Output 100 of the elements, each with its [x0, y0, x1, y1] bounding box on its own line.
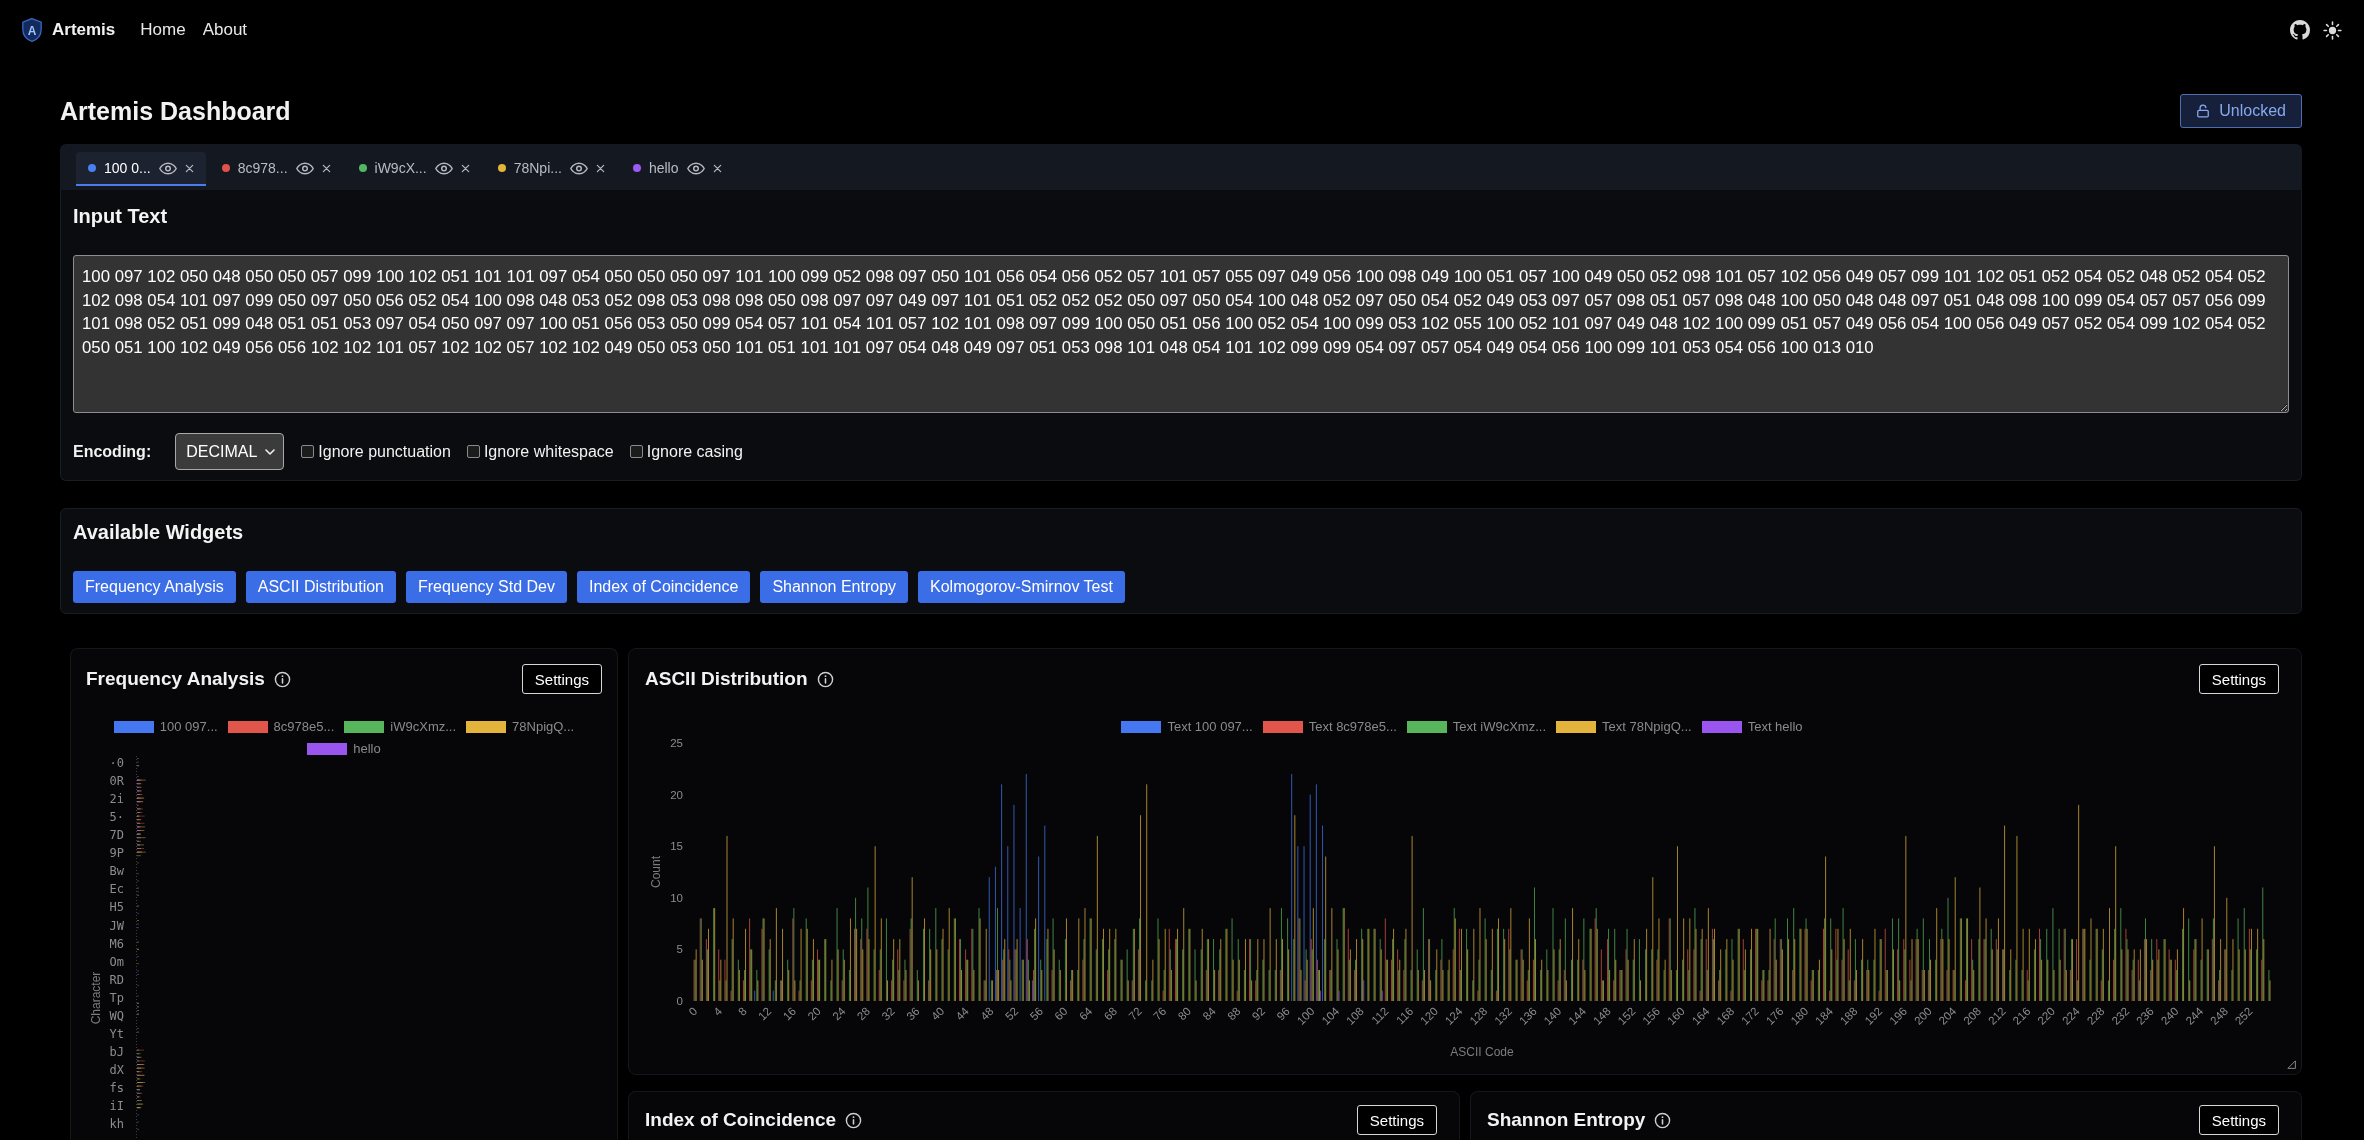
axis-tick-label: iI [109, 1098, 124, 1113]
info-icon[interactable] [1654, 1111, 1672, 1129]
legend-label: iW9cXmz... [390, 720, 457, 734]
widget-title: Frequency Analysis [86, 668, 265, 690]
add-widget-button[interactable]: Index of Coincidence [576, 571, 751, 603]
legend-label: Text 78NpigQ... [1602, 720, 1692, 734]
text-input-area[interactable]: 100 097 102 050 048 050 050 057 099 100 102 051 101 101 097 054 050 050 050 097 101 100 099 052 098 097 050 101 056 054 056 052 057 101 057 055 097 049 056 100 098 049 100 051 057 100 049 050 052 098 101 057 102 056 049 057 099 101 102 051 052 054 052 048 052 054 052 102 098 054 101 097 099 050 097 050 056 052 054 100 098 048 053 052 098 053 098 098 050 098 097 097 049 097 101 051 052 052 052 050 097 050 054 100 048 052 097 050 054 052 049 053 097 057 098 051 057 098 048 100 050 048 048 097 051 048 098 100 099 054 057 057 056 099 101 098 052 051 099 048 051 051 053 097 054 050 097 097 100 051 056 053 050 099 054 057 101 054 101 057 102 101 098 097 099 100 050 051 056 100 052 054 100 099 053 102 055 100 052 101 097 049 048 102 100 099 051 057 049 056 054 100 056 049 057 052 054 099 102 054 052 050 051 100 102 049 056 056 102 102 101 057 102 102 057 102 102 049 050 053 050 101 051 101 101 097 054 048 049 097 051 053 098 101 048 054 101 102 099 099 054 097 057 054 049 054 056 100 099 101 053 054 056 100 013 010 [73, 255, 2289, 413]
axis-tick-label: 116 [1393, 1004, 1416, 1027]
settings-button[interactable]: Settings [1356, 1105, 1437, 1135]
axis-tick-label: 176 [1763, 1004, 1786, 1027]
close-icon[interactable] [460, 163, 470, 173]
axis-tick-label: 28 [854, 1004, 873, 1023]
axis-tick-label: 72 [1126, 1004, 1144, 1023]
add-widget-button[interactable]: Kolmogorov-Smirnov Test [918, 571, 1125, 603]
tab[interactable]: 100 0... [76, 152, 206, 186]
legend-label: 8c978e5... [273, 720, 335, 734]
close-icon[interactable] [712, 163, 722, 173]
axis-tick-label: 7D [109, 828, 124, 843]
axis-tick-label: 220 [2035, 1004, 2058, 1027]
axis-tick-label: 196 [1887, 1004, 1910, 1027]
encoding-select[interactable]: DECIMAL [175, 433, 285, 470]
add-widget-button[interactable]: Frequency Std Dev [406, 571, 567, 603]
checkbox-label[interactable]: Ignore punctuation [318, 442, 451, 461]
axis-tick-label: kh [109, 1117, 124, 1131]
page-title: Artemis Dashboard [60, 96, 291, 126]
axis-tick-label: 144 [1566, 1004, 1589, 1027]
axis-tick-label: 12 [756, 1004, 774, 1023]
settings-button[interactable]: Settings [521, 664, 602, 694]
axis-title: Character [89, 971, 103, 1025]
info-icon[interactable] [845, 1111, 863, 1129]
widget-title: Shannon Entropy [1487, 1109, 1646, 1131]
axis-tick-label: 236 [2133, 1004, 2156, 1027]
axis-tick-label: 148 [1590, 1004, 1613, 1027]
resize-handle-icon[interactable] [2287, 1060, 2296, 1069]
add-widget-button[interactable]: Shannon Entropy [760, 571, 909, 603]
axis-tick-label: 20 [670, 788, 683, 801]
close-icon[interactable] [184, 163, 194, 173]
checkbox[interactable] [466, 445, 480, 458]
axis-tick-label: 164 [1689, 1004, 1712, 1027]
axis-tick-label: 184 [1813, 1004, 1836, 1027]
shield-logo-icon[interactable]: A [21, 17, 43, 43]
eye-icon[interactable] [686, 161, 705, 175]
eye-icon[interactable] [295, 161, 314, 175]
info-icon[interactable] [273, 670, 291, 688]
axis-tick-label: 200 [1911, 1004, 1934, 1027]
axis-tick-label: 168 [1714, 1004, 1737, 1027]
axis-tick-label: 20 [805, 1004, 823, 1023]
github-icon[interactable] [2290, 20, 2310, 40]
legend-label: 100 097... [159, 720, 218, 734]
axis-tick-label: 232 [2109, 1004, 2132, 1027]
axis-tick-label: 124 [1442, 1004, 1465, 1027]
axis-tick-label: bJ [109, 1044, 124, 1059]
axis-tick-label: 2i [109, 792, 124, 807]
brand-name[interactable]: Artemis [52, 20, 116, 40]
axis-tick-label: 32 [879, 1004, 897, 1023]
eye-icon[interactable] [434, 161, 453, 175]
axis-tick-label: Om [109, 954, 124, 969]
close-icon[interactable] [321, 163, 331, 173]
axis-tick-label: ·0 [109, 756, 124, 770]
checkbox[interactable] [629, 445, 643, 458]
axis-tick-label: 128 [1467, 1004, 1490, 1027]
tab[interactable]: hello [620, 152, 734, 186]
add-widget-button[interactable]: Frequency Analysis [73, 571, 236, 603]
axis-tick-label: 120 [1418, 1004, 1441, 1027]
axis-tick-label: 36 [904, 1004, 922, 1023]
axis-tick-label: 52 [1002, 1004, 1021, 1023]
nav-link[interactable]: About [202, 20, 248, 40]
settings-button[interactable]: Settings [2198, 1105, 2279, 1135]
axis-tick-label: 40 [928, 1004, 947, 1023]
unlock-button[interactable]: Unlocked [2180, 94, 2302, 128]
checkbox-label[interactable]: Ignore casing [646, 442, 743, 461]
tab[interactable]: iW9cX... [346, 152, 482, 186]
axis-tick-label: 252 [2232, 1004, 2255, 1027]
info-icon[interactable] [816, 670, 834, 688]
axis-tick-label: 0R [109, 774, 124, 789]
axis-tick-label: 84 [1200, 1004, 1218, 1023]
checkbox[interactable] [301, 445, 315, 458]
eye-icon[interactable] [569, 161, 588, 175]
legend-label: 78NpigQ... [512, 720, 575, 734]
tab[interactable]: 8c978... [209, 152, 343, 186]
axis-tick-label: 44 [953, 1004, 971, 1023]
legend-label: Text 100 097... [1167, 720, 1253, 734]
settings-button[interactable]: Settings [2198, 664, 2279, 694]
axis-tick-label: 212 [1985, 1004, 2008, 1027]
axis-tick-label: M6 [109, 936, 124, 951]
axis-tick-label: 8 [735, 1004, 749, 1018]
axis-tick-label: 56 [1027, 1004, 1046, 1023]
section-heading: Available Widgets [73, 520, 245, 544]
sun-icon[interactable] [2323, 20, 2342, 40]
axis-tick-label: 112 [1369, 1004, 1391, 1027]
close-icon[interactable] [595, 163, 605, 173]
axis-tick-label: 244 [2183, 1004, 2206, 1027]
nav-link[interactable]: Home [140, 20, 186, 40]
axis-tick-label: 192 [1862, 1004, 1885, 1027]
axis-tick-label: 108 [1343, 1004, 1366, 1027]
checkbox-label[interactable]: Ignore whitespace [483, 442, 614, 461]
eye-icon[interactable] [158, 161, 177, 175]
add-widget-button[interactable]: ASCII Distribution [245, 571, 396, 603]
tab[interactable]: 78Npi... [485, 152, 617, 186]
axis-title: Count [649, 856, 663, 888]
